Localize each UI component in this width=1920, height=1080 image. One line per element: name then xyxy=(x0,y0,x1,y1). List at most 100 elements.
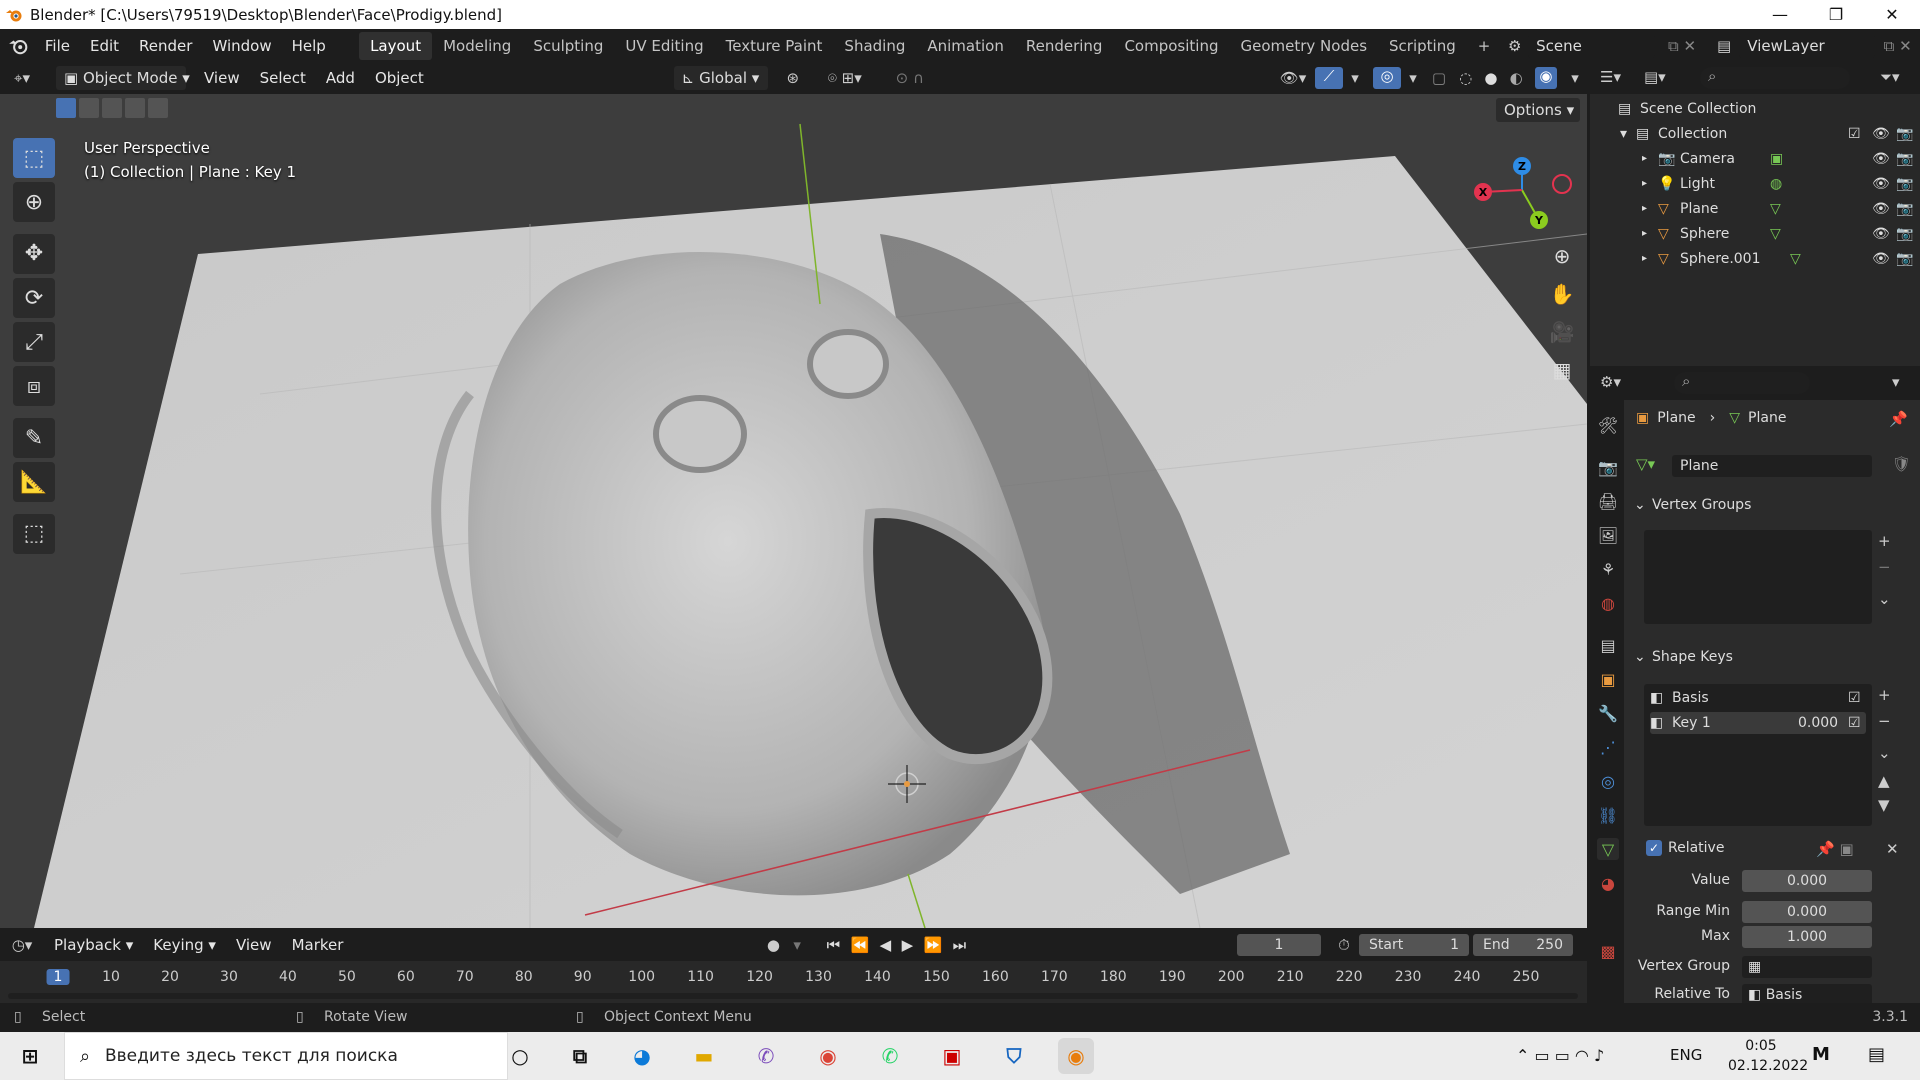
snap-icon[interactable]: ⌾ ⊞▾ xyxy=(810,69,880,87)
menu-object[interactable]: Object xyxy=(365,69,434,87)
outliner-collection[interactable]: ▾ ▤ Collection ☑ 👁 📷 xyxy=(1590,121,1920,146)
add-cube-tool-icon[interactable]: ⬚ xyxy=(13,513,55,555)
gizmo-toggle-icon[interactable]: ⟋ xyxy=(1315,67,1343,89)
shading-dropdown-icon[interactable]: ▾ xyxy=(1563,69,1587,87)
task-view-icon[interactable]: ⧉ xyxy=(562,1038,598,1074)
tab-layout[interactable]: Layout xyxy=(359,31,433,60)
windows-start-icon[interactable]: ⊞ xyxy=(12,1038,48,1074)
relative-checkbox[interactable]: ✓ xyxy=(1646,840,1662,856)
expand-icon[interactable]: ▸ xyxy=(1642,178,1658,189)
annotate-tool-icon[interactable]: ✎ xyxy=(13,418,55,459)
mesh-browse-icon[interactable]: ▽▾ xyxy=(1636,455,1676,473)
material-tab-icon[interactable]: ◕ xyxy=(1597,872,1619,894)
render-camera-icon[interactable]: 📷 xyxy=(1896,176,1920,192)
pan-hand-icon[interactable]: ✋ xyxy=(1547,282,1577,306)
shape-keys-list[interactable]: ◧ Basis ☑ ◧ Key 1 0.000 ☑ xyxy=(1644,684,1872,826)
play-reverse-icon[interactable]: ◀ xyxy=(880,936,892,954)
visibility-eye-icon[interactable]: 👁 xyxy=(1872,226,1896,242)
viewlayer-actions-icon[interactable]: ⧉ ✕ xyxy=(1875,37,1920,55)
render-camera-icon[interactable]: 📷 xyxy=(1896,201,1920,217)
play-icon[interactable]: ▶ xyxy=(902,936,914,954)
mode-dropdown[interactable]: ▣ Object Mode ▾ xyxy=(56,66,190,90)
playback-menu[interactable]: Playback ▾ xyxy=(44,936,143,954)
vertex-group-specials-icon[interactable]: ⌄ xyxy=(1878,590,1891,608)
texture-tab-icon[interactable]: ▩ xyxy=(1597,940,1619,962)
xray-icon[interactable]: ▢ xyxy=(1425,69,1453,87)
menu-file[interactable]: File xyxy=(35,37,80,55)
visibility-eye-icon[interactable]: 👁 xyxy=(1872,201,1896,217)
frame-ruler[interactable]: 1 10 20 30 40 50 60 70 80 90 100 110 120 130 140 150 160… xyxy=(0,961,1587,991)
outliner-item-camera[interactable]: ▸ 📷 Camera ▣ 👁 📷 xyxy=(1590,146,1920,171)
pivot-icon[interactable]: ⊛ xyxy=(776,69,810,87)
scene-icon[interactable]: ⚙ xyxy=(1501,37,1528,55)
tool-tab-icon[interactable]: 🛠 xyxy=(1597,414,1619,436)
file-explorer-icon[interactable]: ▬ xyxy=(686,1038,722,1074)
tab-texture-paint[interactable]: Texture Paint xyxy=(715,32,834,60)
timeline-view-menu[interactable]: View xyxy=(226,936,282,954)
tab-sculpting[interactable]: Sculpting xyxy=(522,32,614,60)
render-tab-icon[interactable]: 📷 xyxy=(1597,456,1619,478)
tab-uv-editing[interactable]: UV Editing xyxy=(614,32,714,60)
remove-shape-key-icon[interactable]: − xyxy=(1878,712,1891,730)
vertex-groups-panel-header[interactable]: ⌄ Vertex Groups xyxy=(1634,492,1914,518)
tab-scripting[interactable]: Scripting xyxy=(1378,32,1467,60)
output-tab-icon[interactable]: 🖨 xyxy=(1597,490,1619,512)
material-shading-icon[interactable]: ◐ xyxy=(1510,69,1523,87)
stopwatch-icon[interactable]: ⏱ xyxy=(1329,936,1359,954)
visibility-eye-icon[interactable]: 👁 xyxy=(1872,151,1896,167)
shape-key-mute-checkbox[interactable]: ☑ xyxy=(1848,690,1866,706)
timeline-scrollbar[interactable] xyxy=(8,993,1578,999)
outliner-item-sphere-001[interactable]: ▸ ▽ Sphere.001 ▽ 👁 📷 xyxy=(1590,246,1920,271)
properties-search-input[interactable]: ⌕ xyxy=(1674,372,1810,394)
measure-tool-icon[interactable]: 📐 xyxy=(13,462,55,503)
tab-shading[interactable]: Shading xyxy=(833,32,916,60)
marker-menu[interactable]: Marker xyxy=(282,936,354,954)
shape-key-row-active[interactable]: ◧ Key 1 0.000 ☑ xyxy=(1650,712,1866,734)
restore-button[interactable]: ❐ xyxy=(1808,5,1864,24)
outliner-search-input[interactable]: ⌕ xyxy=(1700,67,1850,89)
menu-window[interactable]: Window xyxy=(202,37,281,55)
pin-icon[interactable]: 📌 xyxy=(1889,410,1908,428)
minimize-button[interactable]: — xyxy=(1752,5,1808,24)
viewlayer-selector[interactable]: ViewLayer xyxy=(1739,33,1876,58)
shape-key-mute-checkbox[interactable]: ☑ xyxy=(1848,715,1866,731)
tab-compositing[interactable]: Compositing xyxy=(1113,32,1229,60)
tab-modeling[interactable]: Modeling xyxy=(432,32,522,60)
move-tool-icon[interactable]: ✥ xyxy=(13,233,55,275)
rendered-shading-icon[interactable]: ◉ xyxy=(1534,67,1557,89)
editor-type-icon[interactable]: ⌖▾ xyxy=(0,69,44,87)
view-layer-tab-icon[interactable]: 🖼 xyxy=(1597,524,1619,546)
clear-weights-icon[interactable]: ✕ xyxy=(1886,840,1899,858)
render-camera-icon[interactable]: 📷 xyxy=(1896,126,1920,142)
move-up-icon[interactable]: ▲ xyxy=(1878,772,1890,790)
move-down-icon[interactable]: ▼ xyxy=(1878,796,1890,814)
rotate-tool-icon[interactable]: ⟳ xyxy=(13,278,55,319)
close-button[interactable]: ✕ xyxy=(1864,5,1920,24)
expand-icon[interactable]: ▸ xyxy=(1642,228,1658,239)
expand-collection-icon[interactable]: ▾ xyxy=(1620,126,1636,142)
max-field[interactable]: 1.000 xyxy=(1742,926,1872,948)
render-camera-icon[interactable]: 📷 xyxy=(1896,151,1920,167)
vertex-group-field[interactable]: ▦ xyxy=(1742,956,1872,978)
viewlayer-icon[interactable]: ▤ xyxy=(1709,37,1739,55)
start-frame-field[interactable]: Start 1 xyxy=(1359,933,1469,956)
taskbar-search-input[interactable]: ⌕ Введите здесь текст для поиска xyxy=(64,1032,508,1080)
select-invert-icon[interactable] xyxy=(125,98,145,118)
object-tab-icon[interactable]: ▣ xyxy=(1597,668,1619,690)
range-min-field[interactable]: 0.000 xyxy=(1742,901,1872,923)
vertex-groups-list[interactable] xyxy=(1644,530,1872,624)
display-mode-icon[interactable]: ▤▾ xyxy=(1644,68,1666,86)
collection-tab-icon[interactable]: ▤ xyxy=(1597,634,1619,656)
visibility-icon[interactable]: 👁▾ xyxy=(1271,69,1315,87)
modifier-tab-icon[interactable]: 🔧 xyxy=(1597,702,1619,724)
render-camera-icon[interactable]: 📷 xyxy=(1896,251,1920,267)
visibility-eye-icon[interactable]: 👁 xyxy=(1872,126,1896,142)
shape-key-value[interactable]: 0.000 xyxy=(1798,715,1848,731)
scene-tab-icon[interactable]: ⚘ xyxy=(1597,558,1619,580)
menu-add[interactable]: Add xyxy=(316,69,365,87)
outliner-item-plane[interactable]: ▸ ▽ Plane ▽ 👁 📷 xyxy=(1590,196,1920,221)
add-workspace-button[interactable]: + xyxy=(1467,32,1502,60)
relative-toggle[interactable]: ✓ Relative xyxy=(1646,840,1724,856)
ortho-toggle-icon[interactable]: ▦ xyxy=(1547,358,1577,382)
viber-icon[interactable]: ✆ xyxy=(748,1038,784,1074)
